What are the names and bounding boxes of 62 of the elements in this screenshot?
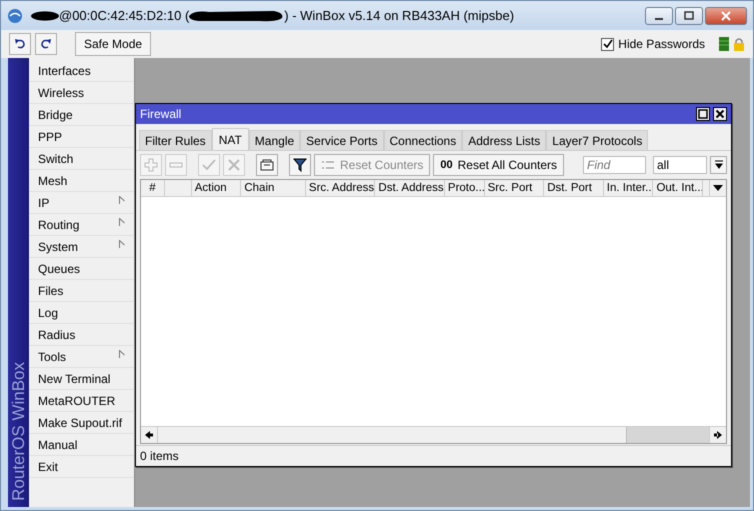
- tab[interactable]: Service Ports: [300, 130, 384, 150]
- redaction-mark: [31, 10, 59, 20]
- column-header[interactable]: Action: [192, 180, 242, 196]
- reset-icon: [321, 160, 335, 170]
- maximize-button[interactable]: [696, 107, 710, 121]
- submenu-arrow-icon: [119, 240, 125, 248]
- safe-mode-button[interactable]: Safe Mode: [75, 32, 152, 56]
- column-header[interactable]: Proto...: [444, 180, 485, 196]
- comment-icon: [260, 158, 274, 172]
- tab[interactable]: NAT: [212, 128, 249, 150]
- redo-icon: [40, 38, 52, 50]
- close-button[interactable]: [713, 107, 727, 121]
- enable-icon: [202, 158, 216, 172]
- minimize-button[interactable]: [645, 6, 673, 24]
- dropdown-arrow-icon: [714, 160, 724, 170]
- sidebar-brand: RouterOS WinBox: [8, 58, 29, 507]
- comment-button[interactable]: [256, 154, 278, 176]
- add-icon: [144, 158, 158, 172]
- close-icon: [721, 10, 731, 20]
- status-icon: [719, 37, 729, 51]
- filter-button[interactable]: [289, 154, 311, 176]
- column-header[interactable]: Src. Port: [484, 180, 544, 196]
- item-count: 0 items: [140, 449, 179, 463]
- scrollbar-thumb[interactable]: [626, 427, 709, 443]
- column-header[interactable]: Chain: [241, 180, 306, 196]
- redo-button[interactable]: [35, 33, 57, 55]
- reset-all-counters-button[interactable]: 00 Reset All Counters: [433, 154, 564, 176]
- find-field[interactable]: Find: [583, 156, 646, 174]
- submenu-arrow-icon: [119, 218, 125, 226]
- maximize-button[interactable]: [675, 6, 703, 24]
- filter-icon: [293, 158, 307, 172]
- window-title: ) - WinBox v5.14 on RB433AH (mipsbe): [284, 8, 514, 23]
- column-header[interactable]: Dst. Address: [375, 180, 445, 196]
- tab[interactable]: Layer7 Protocols: [546, 130, 648, 150]
- submenu-arrow-icon: [119, 350, 125, 358]
- tab[interactable]: Mangle: [248, 130, 300, 150]
- app-icon: [7, 8, 23, 24]
- filter-select[interactable]: all: [653, 156, 707, 174]
- close-icon: [715, 109, 725, 119]
- tab[interactable]: Filter Rules: [139, 130, 212, 150]
- column-header[interactable]: #: [141, 180, 165, 196]
- tab[interactable]: Connections: [384, 130, 462, 150]
- dropdown-arrow-icon: [713, 184, 724, 192]
- undo-button[interactable]: [9, 33, 31, 55]
- minimize-icon: [655, 18, 663, 20]
- column-header[interactable]: Src. Address: [306, 180, 376, 196]
- lock-icon: [733, 37, 745, 51]
- disable-icon: [227, 158, 241, 172]
- tab[interactable]: Address Lists: [462, 130, 546, 150]
- column-header[interactable]: In. Inter...: [604, 180, 654, 196]
- dropdown-button[interactable]: [710, 156, 727, 174]
- maximize-icon: [684, 10, 694, 20]
- submenu-arrow-icon: [119, 196, 125, 204]
- hide-passwords-checkbox[interactable]: [601, 38, 614, 50]
- hide-passwords-label: Hide Passwords: [618, 37, 705, 51]
- right-arrow-icon: [714, 431, 722, 439]
- window-title: @00:0C:42:45:D2:10 (: [59, 8, 190, 23]
- left-arrow-icon: [145, 431, 153, 439]
- column-header[interactable]: Dst. Port: [544, 180, 604, 196]
- maximize-icon: [698, 109, 708, 119]
- undo-icon: [14, 38, 26, 50]
- firewall-title: Firewall: [140, 107, 182, 121]
